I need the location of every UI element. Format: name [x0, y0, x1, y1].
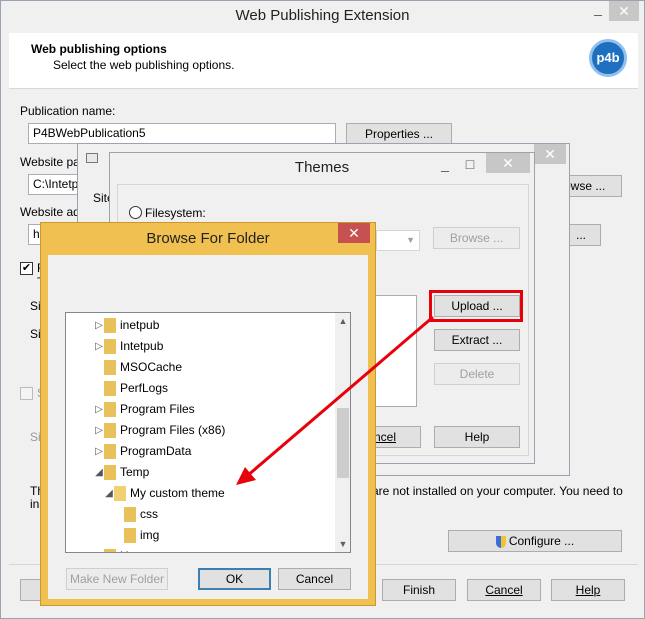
finish-button[interactable]: Finish [382, 579, 456, 601]
chevron-down-icon: ◢ [105, 488, 113, 500]
folder-icon [104, 444, 116, 460]
tree-item-my-custom-theme[interactable]: ◢ My custom theme [104, 483, 225, 504]
scroll-down-icon[interactable]: ▼ [335, 536, 350, 552]
properties-button[interactable]: Properties ... [346, 123, 452, 145]
folder-icon [104, 423, 116, 439]
chevron-right-icon: ▷ [94, 546, 104, 552]
tree-item-img[interactable]: img [114, 525, 159, 546]
help-label: Help [575, 583, 601, 597]
chevron-right-icon: ▷ [95, 425, 103, 437]
tree-item-label: inetpub [120, 318, 160, 332]
tree-item-temp[interactable]: ◢ Temp [94, 462, 149, 483]
browse-dialog: Browse For Folder ✕ ▷ inetpub ▷ Intetpub M… [40, 222, 376, 606]
upload-highlight-box [429, 290, 523, 322]
scroll-up-icon[interactable]: ▲ [335, 313, 350, 329]
cancel-button[interactable]: Cancel [467, 579, 541, 601]
logo-text: p4b [596, 50, 620, 65]
tree-item-label: PerfLogs [120, 381, 169, 395]
tree-item-program-files[interactable]: ▷ Program Files [94, 399, 195, 420]
browse-close-button[interactable]: ✕ [338, 223, 370, 243]
folder-icon [124, 528, 136, 544]
make-new-folder-button[interactable]: Make New Folder [66, 568, 168, 590]
chevron-right-icon: ▷ [95, 404, 103, 416]
scroll-thumb[interactable] [337, 408, 349, 478]
publication-name-input[interactable]: P4BWebPublication5 [28, 123, 336, 144]
extract-button[interactable]: Extract ... [434, 329, 520, 351]
shield-icon [495, 535, 506, 548]
tree-item-intetpub[interactable]: ▷ Intetpub [94, 336, 163, 357]
folder-tree[interactable]: ▷ inetpub ▷ Intetpub MSOCache PerfLogs ▷ Pr… [65, 312, 351, 553]
folder-icon [104, 549, 116, 552]
folder-open-icon [114, 486, 126, 502]
chevron-down-icon: ◢ [95, 467, 103, 479]
themes-help-button[interactable]: Help [434, 426, 520, 448]
publish-checkbox[interactable]: ✔ [20, 262, 33, 275]
browse-title: Browse For Folder [41, 223, 375, 255]
filesystem-dropdown[interactable]: ▼ [376, 230, 420, 251]
tree-item-label: Program Files [120, 402, 195, 416]
tree-item-label: Program Files (x86) [120, 423, 226, 437]
folder-icon [104, 318, 116, 334]
configure-button[interactable]: Configure ... [448, 530, 622, 552]
themes-minimize-icon[interactable]: _ [431, 157, 459, 177]
folder-icon [104, 381, 116, 397]
folder-icon [104, 402, 116, 418]
folder-icon [124, 507, 136, 523]
themes-cancel-label: ncel [374, 430, 397, 444]
tree-item-inetpub[interactable]: ▷ inetpub [94, 315, 159, 336]
ok-button[interactable]: OK [198, 568, 271, 590]
cancel-label: Cancel [485, 583, 523, 597]
main-close-button[interactable]: ✕ [609, 1, 639, 21]
themes-browse-button[interactable]: Browse ... [433, 227, 520, 249]
filesystem-label: Filesystem: [145, 206, 206, 220]
themes-maximize-icon[interactable]: □ [456, 157, 484, 177]
tree-item-label: U [120, 549, 129, 552]
tree-item-label: MSOCache [120, 360, 183, 374]
header-title: Web publishing options [31, 42, 167, 56]
themes-cancel-button[interactable]: ncel [371, 426, 421, 448]
tree-item-programdata[interactable]: ▷ ProgramData [94, 441, 191, 462]
folder-icon [104, 360, 116, 376]
filesystem-radio[interactable] [129, 206, 142, 219]
publication-name-label: Publication name: [20, 104, 116, 118]
tree-item-css[interactable]: css [114, 504, 158, 525]
hidden-dialog-icon [86, 153, 98, 163]
tree-item-label: img [140, 528, 160, 542]
browse-body: ▷ inetpub ▷ Intetpub MSOCache PerfLogs ▷ Pr… [48, 255, 368, 599]
tree-scrollbar[interactable]: ▲ ▼ [335, 313, 350, 552]
tree-item-label: My custom theme [130, 486, 225, 500]
tree-item-label: Intetpub [120, 339, 164, 353]
chevron-right-icon: ▷ [95, 446, 103, 458]
website-path-label: Website pa [20, 155, 80, 169]
website-address-label: Website ad [20, 205, 80, 219]
note-text: are not installed on your computer. You … [372, 484, 623, 498]
tree-item-label: Temp [120, 465, 150, 479]
hidden-dialog-close-button[interactable]: ✕ [534, 144, 566, 164]
tree-item-perflogs[interactable]: PerfLogs [94, 378, 168, 399]
website-browse-button[interactable]: owse ... [561, 175, 622, 197]
themes-close-button[interactable]: ✕ [486, 153, 530, 173]
back-button[interactable] [20, 579, 42, 601]
tree-item-label: ProgramData [120, 444, 192, 458]
s-checkbox[interactable] [20, 387, 33, 400]
folder-icon [104, 339, 116, 355]
main-title: Web Publishing Extension [1, 1, 644, 31]
tree-content: ▷ inetpub ▷ Intetpub MSOCache PerfLogs ▷ Pr… [66, 313, 336, 552]
tree-item-program-files-x86[interactable]: ▷ Program Files (x86) [94, 420, 225, 441]
tree-item-msocache[interactable]: MSOCache [94, 357, 182, 378]
browse-cancel-button[interactable]: Cancel [278, 568, 351, 590]
help-button[interactable]: Help [551, 579, 625, 601]
tree-item-u[interactable]: ▷U [94, 546, 129, 552]
minimize-icon[interactable]: _ [584, 1, 612, 21]
p4b-logo-icon: p4b [589, 39, 627, 77]
delete-button[interactable]: Delete [434, 363, 520, 385]
chevron-right-icon: ▷ [95, 320, 103, 332]
themes-list[interactable] [371, 295, 417, 407]
folder-icon [104, 465, 116, 481]
header-subtitle: Select the web publishing options. [53, 58, 235, 72]
configure-label: Configure ... [508, 534, 575, 548]
chevron-right-icon: ▷ [95, 341, 103, 353]
tree-item-label: css [140, 507, 158, 521]
